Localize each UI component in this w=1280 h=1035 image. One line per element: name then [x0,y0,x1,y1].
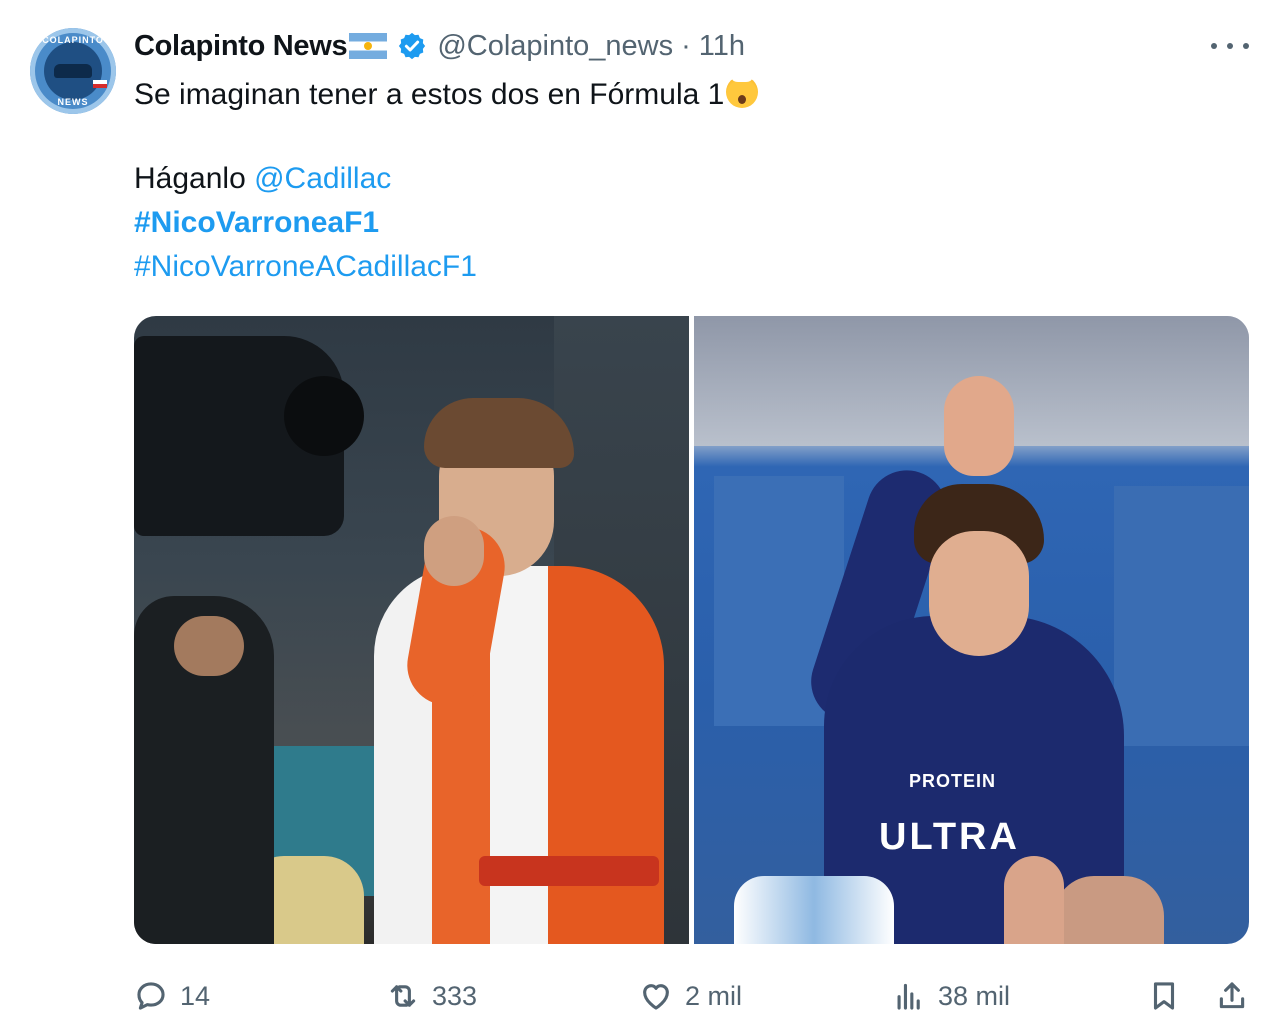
photo-driver-blue-suit[interactable]: PROTEIN ULTRA [694,316,1249,944]
author-name[interactable]: Colapinto News [134,30,348,63]
fan-arm [1054,876,1164,944]
hashtag-link-2[interactable]: #NicoVarroneACadillacF1 [134,250,477,284]
driver-hand [424,516,484,586]
like-count: 2 mil [685,980,743,1011]
suit-sponsor-text: PROTEIN [909,771,997,791]
driver-hair [424,398,574,468]
tweet-header: Colapinto News @Colapinto_news · 11h [134,26,745,66]
repost-count: 333 [432,980,478,1011]
more-dot [1227,43,1233,49]
share-icon [1219,982,1245,1009]
verified-badge-icon [399,32,426,60]
repost-button[interactable]: 333 [386,972,477,1020]
reply-count: 14 [180,980,211,1011]
reply-icon [137,982,165,1010]
like-button[interactable]: 2 mil [639,972,742,1020]
photo-driver-orange-suit[interactable] [134,316,689,944]
avatar-text-bottom: NEWS [57,97,89,107]
tweet-text-line-2: Háganlo @Cadillac [134,162,391,196]
share-button[interactable] [1215,972,1249,1020]
avatar-flag-stripe [93,80,107,88]
hashtag-link-1[interactable]: #NicoVarroneaF1 [134,206,379,240]
avatar-text-top: COLAPINTO [42,35,104,45]
tweet-media: PROTEIN ULTRA [134,316,1249,944]
header-separator: · [681,29,691,62]
mention-link[interactable]: @Cadillac [254,162,391,195]
tweet-text-prefix: Háganlo [134,162,255,195]
like-icon [643,984,669,1010]
suit-belt [479,856,659,886]
bookmark-icon [1153,982,1175,1010]
waving-hand [944,376,1014,476]
views-button[interactable]: 38 mil [892,972,1010,1020]
action-bar: 14 333 2 mil 38 mil [134,972,1249,1020]
more-dot [1243,43,1249,49]
tweet-time[interactable]: 11h [699,30,745,63]
fan-hand [1004,856,1064,944]
blue-panel [1114,486,1249,746]
repost-icon [390,985,416,1007]
views-icon [897,983,920,1010]
operator-hand [174,616,244,676]
argentina-flag-icon [349,33,388,59]
views-count: 38 mil [938,980,1011,1011]
suit-sponsor-text: ULTRA [879,816,1020,858]
more-dot [1211,43,1217,49]
bookmark-button[interactable] [1147,972,1181,1020]
avatar-car [54,64,92,78]
driver-face [929,531,1029,656]
author-handle[interactable]: @Colapinto_news [437,30,673,63]
argentina-flag-cloth [734,876,894,944]
camera-lens [284,376,364,456]
chef-surprised-emoji-icon [726,70,759,108]
reply-button[interactable]: 14 [134,972,210,1020]
tweet-text: Se imaginan tener a estos dos en Fórmula… [134,78,725,111]
more-icon[interactable] [1211,34,1249,58]
avatar[interactable]: COLAPINTO NEWS [30,28,116,114]
tweet-text-line-1: Se imaginan tener a estos dos en Fórmula… [134,70,759,112]
